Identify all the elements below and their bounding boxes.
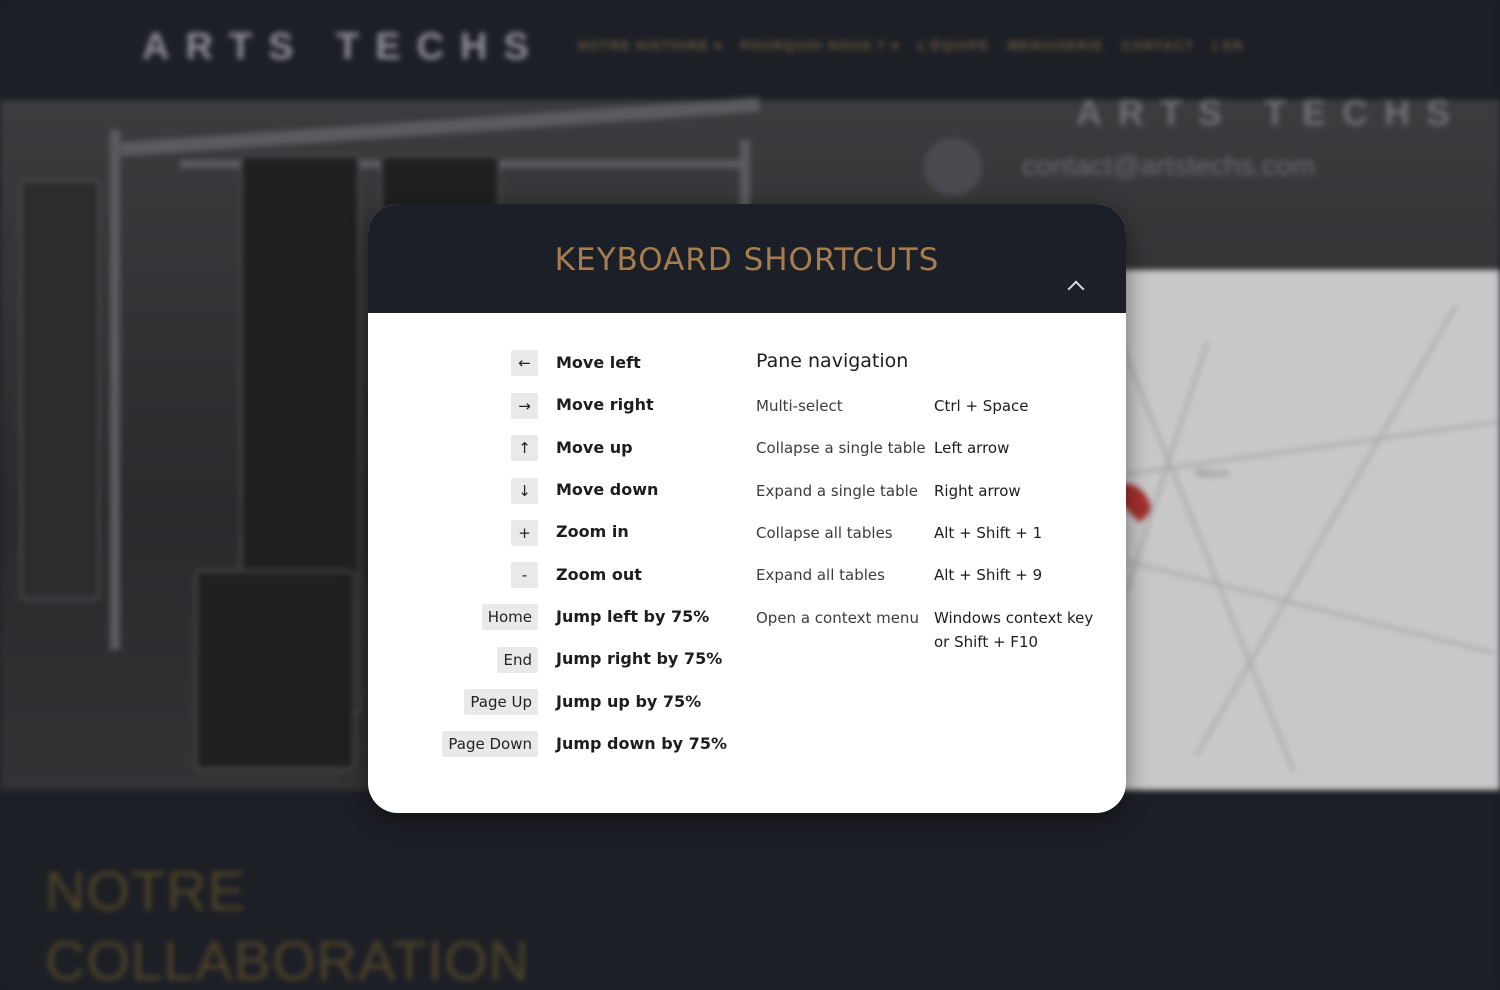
close-button[interactable] <box>1065 274 1091 298</box>
shortcut-label: Zoom out <box>556 565 642 584</box>
key-page-down: Page Down <box>442 731 538 757</box>
keyboard-shortcuts-dialog: KEYBOARD SHORTCUTS ← Move left → Move ri… <box>368 204 1126 813</box>
key-minus: - <box>511 562 538 588</box>
pane-shortcut-keys: Ctrl + Space <box>934 397 1029 415</box>
shortcut-label: Move up <box>556 438 633 457</box>
pane-shortcut-label: Collapse all tables <box>756 524 893 542</box>
pane-shortcut-label: Multi-select <box>756 397 843 415</box>
contact-email[interactable]: contact@artstechs.com <box>1022 150 1315 182</box>
section-heading-line1: NOTRE <box>45 859 246 922</box>
key-down-arrow: ↓ <box>511 478 538 504</box>
pane-shortcut-keys: Left arrow <box>934 439 1010 457</box>
shortcut-label: Zoom in <box>556 522 629 541</box>
site-nav: NOTRE HISTOIRE ▾ POURQUOI NOUS ? ▾ L'ÉQU… <box>578 38 1244 54</box>
key-right-arrow: → <box>511 393 538 419</box>
shortcut-label: Move left <box>556 353 641 372</box>
nav-item-histoire[interactable]: NOTRE HISTOIRE ▾ <box>578 38 722 54</box>
key-plus: + <box>511 520 538 546</box>
pane-shortcut-label: Expand a single table <box>756 482 918 500</box>
key-page-up: Page Up <box>464 689 538 715</box>
site-logo-secondary: ARTS TECHS <box>1076 92 1467 133</box>
pane-navigation-title: Pane navigation <box>756 350 909 372</box>
section-heading-line2: COLLABORATION <box>45 929 530 990</box>
shortcut-label: Jump down by 75% <box>556 734 727 753</box>
pane-shortcut-label: Expand all tables <box>756 566 885 584</box>
map-embed[interactable]: Wavre <box>1063 270 1500 790</box>
nav-item-contact[interactable]: CONTACT <box>1122 38 1195 54</box>
chevron-up-icon <box>1067 280 1085 298</box>
dialog-title: KEYBOARD SHORTCUTS <box>554 242 940 278</box>
pane-shortcut-keys: Alt + Shift + 9 <box>934 566 1043 584</box>
key-left-arrow: ← <box>511 350 538 376</box>
dialog-header: KEYBOARD SHORTCUTS <box>368 204 1126 313</box>
key-home: Home <box>481 604 538 630</box>
nav-item-equipe[interactable]: L'ÉQUIPE <box>918 38 990 54</box>
pane-shortcut-keys: Windows context key or Shift + F10 <box>934 609 1094 651</box>
map-label-wavre: Wavre <box>1195 466 1230 480</box>
shortcut-label: Jump left by 75% <box>556 607 710 626</box>
shortcut-label: Jump right by 75% <box>556 649 723 668</box>
key-end: End <box>497 647 538 673</box>
mail-icon[interactable] <box>924 138 982 196</box>
site-logo[interactable]: ARTS TECHS <box>142 26 545 69</box>
pane-shortcut-label: Collapse a single table <box>756 439 926 457</box>
pane-shortcut-label: Open a context menu <box>756 609 919 627</box>
pane-shortcut-keys: Right arrow <box>934 482 1021 500</box>
shortcut-label: Jump up by 75% <box>556 692 702 711</box>
shortcut-label: Move down <box>556 480 659 499</box>
nav-item-menuiserie[interactable]: MENUISERIE <box>1008 38 1104 54</box>
nav-item-pourquoi[interactable]: POURQUOI NOUS ? ▾ <box>740 38 899 54</box>
pane-shortcut-keys: Alt + Shift + 1 <box>934 524 1043 542</box>
nav-item-language[interactable]: | EN <box>1213 38 1244 54</box>
site-header: ARTS TECHS NOTRE HISTOIRE ▾ POURQUOI NOU… <box>0 0 1500 100</box>
shortcut-label: Move right <box>556 395 654 414</box>
key-up-arrow: ↑ <box>511 435 538 461</box>
